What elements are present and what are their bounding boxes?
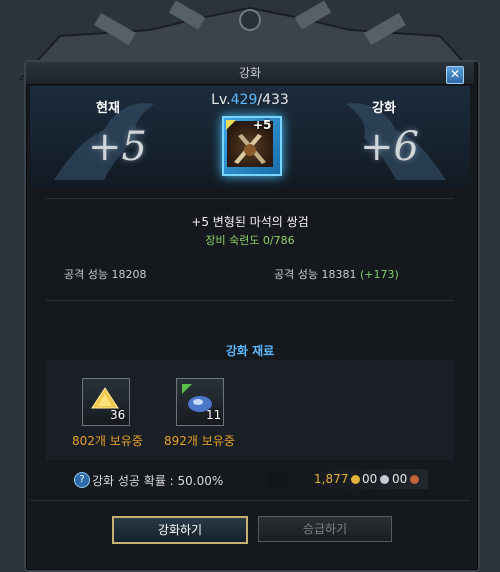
item-plus-level: +5 bbox=[253, 118, 272, 132]
silver-amount: 00 bbox=[362, 472, 378, 486]
divider bbox=[46, 198, 454, 199]
item-name: +5 변형된 마석의 쌍검 bbox=[191, 215, 309, 229]
silver-coin-icon bbox=[380, 475, 389, 484]
current-level: +5 bbox=[88, 124, 147, 170]
lv-current: 429 bbox=[230, 92, 258, 108]
window-title: 강화 bbox=[238, 66, 262, 80]
materials-title: 강화 재료 bbox=[225, 344, 275, 358]
material-count-2: 11 bbox=[206, 408, 222, 422]
material-owned-1: 802개 보유중 bbox=[72, 434, 143, 448]
lv-prefix: Lv. bbox=[211, 92, 231, 108]
enhance-button[interactable]: 강화하기 bbox=[112, 516, 248, 544]
attack-gain: (+173) bbox=[359, 268, 399, 281]
divider bbox=[46, 300, 454, 301]
level-indicator: Lv.429/433 bbox=[0, 92, 500, 108]
item-grade-corner bbox=[226, 120, 236, 130]
equipment-proficiency: 장비 숙련도 0/786 bbox=[205, 234, 295, 247]
material-count-1: 36 bbox=[110, 408, 126, 422]
help-icon[interactable]: ? bbox=[74, 472, 90, 488]
copper-amount: 00 bbox=[392, 472, 408, 486]
success-rate: 강화 성공 확률 : 50.00% bbox=[92, 474, 224, 488]
divider bbox=[30, 500, 470, 501]
copper-coin-icon bbox=[410, 475, 419, 484]
attack-next-value: 공격 성능 18381 bbox=[274, 268, 357, 281]
lv-max: /433 bbox=[257, 92, 289, 108]
close-button[interactable]: ✕ bbox=[446, 66, 464, 84]
attack-current: 공격 성능 18208 bbox=[64, 268, 147, 281]
upgrade-button[interactable]: 승급하기 bbox=[258, 516, 392, 542]
gold-amount: 1,877 bbox=[314, 472, 349, 486]
gold-coin-icon bbox=[351, 475, 360, 484]
next-level: +6 bbox=[360, 124, 419, 170]
attack-next: 공격 성능 18381 (+173) bbox=[274, 266, 399, 282]
material-owned-2: 892개 보유중 bbox=[164, 434, 235, 448]
